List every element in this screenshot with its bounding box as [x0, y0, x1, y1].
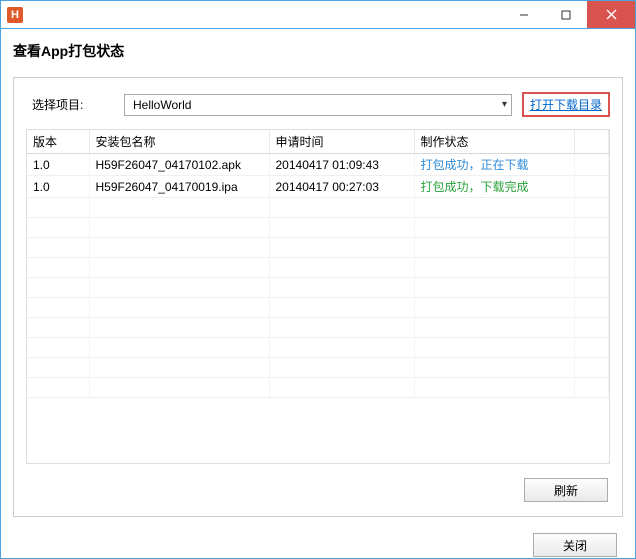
table-cell	[414, 218, 574, 238]
table-cell: 20140417 01:09:43	[269, 154, 414, 176]
table-cell: 1.0	[27, 176, 89, 198]
refresh-button[interactable]: 刷新	[524, 478, 608, 502]
table-row	[27, 218, 609, 238]
table-cell	[414, 198, 574, 218]
table-cell	[414, 358, 574, 378]
table-cell	[574, 358, 609, 378]
table-cell	[269, 358, 414, 378]
maximize-button[interactable]	[545, 1, 587, 28]
table-cell	[269, 278, 414, 298]
table-cell: 打包成功，正在下载	[414, 154, 574, 176]
app-icon: H	[7, 7, 23, 23]
table-cell	[414, 258, 574, 278]
table-cell	[269, 238, 414, 258]
table-cell	[269, 258, 414, 278]
table-row	[27, 198, 609, 218]
table-cell	[574, 238, 609, 258]
table-row	[27, 378, 609, 398]
table-row	[27, 338, 609, 358]
col-extra[interactable]	[574, 130, 609, 154]
table-cell	[89, 258, 269, 278]
table-cell	[27, 358, 89, 378]
col-package-name[interactable]: 安装包名称	[89, 130, 269, 154]
page-title: 查看App打包状态	[1, 29, 635, 77]
package-table: 版本 安装包名称 申请时间 制作状态 1.0H59F26047_04170102…	[27, 130, 609, 398]
table-cell	[27, 198, 89, 218]
table-cell	[574, 298, 609, 318]
table-cell	[27, 338, 89, 358]
col-apply-time[interactable]: 申请时间	[269, 130, 414, 154]
project-select-value: HelloWorld	[133, 98, 191, 112]
table-cell	[574, 176, 609, 198]
table-cell	[89, 298, 269, 318]
table-cell	[574, 218, 609, 238]
window-controls	[503, 1, 635, 28]
table-cell	[269, 298, 414, 318]
table-cell: H59F26047_04170019.ipa	[89, 176, 269, 198]
table-cell: 1.0	[27, 154, 89, 176]
titlebar-left: H	[1, 7, 23, 23]
close-button[interactable]: 关闭	[533, 533, 617, 557]
table-container: 版本 安装包名称 申请时间 制作状态 1.0H59F26047_04170102…	[26, 129, 610, 464]
table-row[interactable]: 1.0H59F26047_04170019.ipa20140417 00:27:…	[27, 176, 609, 198]
table-cell	[269, 338, 414, 358]
table-cell	[414, 378, 574, 398]
project-select[interactable]: HelloWorld ▾	[124, 94, 512, 116]
table-row	[27, 298, 609, 318]
table-cell	[574, 318, 609, 338]
table-cell	[89, 218, 269, 238]
col-status[interactable]: 制作状态	[414, 130, 574, 154]
table-cell	[414, 238, 574, 258]
minimize-button[interactable]	[503, 1, 545, 28]
table-cell	[574, 258, 609, 278]
project-row: 选择项目: HelloWorld ▾ 打开下载目录	[14, 78, 622, 129]
table-row	[27, 318, 609, 338]
table-cell	[414, 278, 574, 298]
table-cell	[574, 278, 609, 298]
table-cell: 20140417 00:27:03	[269, 176, 414, 198]
table-cell	[269, 378, 414, 398]
table-cell	[574, 378, 609, 398]
table-cell	[574, 338, 609, 358]
open-download-dir-link[interactable]: 打开下载目录	[530, 98, 602, 112]
bottom-row: 关闭	[1, 517, 635, 557]
table-cell	[269, 318, 414, 338]
open-download-dir-highlight: 打开下载目录	[522, 92, 610, 117]
table-cell	[574, 154, 609, 176]
table-row	[27, 238, 609, 258]
table-row	[27, 358, 609, 378]
refresh-row: 刷新	[14, 470, 622, 516]
table-cell	[89, 318, 269, 338]
table-cell	[27, 278, 89, 298]
table-row	[27, 278, 609, 298]
table-cell	[27, 318, 89, 338]
titlebar: H	[1, 1, 635, 29]
close-window-button[interactable]	[587, 1, 635, 28]
table-cell: H59F26047_04170102.apk	[89, 154, 269, 176]
table-cell	[269, 198, 414, 218]
table-cell	[414, 318, 574, 338]
table-cell	[89, 358, 269, 378]
table-cell	[27, 378, 89, 398]
table-cell: 打包成功，下载完成	[414, 176, 574, 198]
table-cell	[89, 278, 269, 298]
table-cell	[27, 238, 89, 258]
table-cell	[89, 338, 269, 358]
main-panel: 选择项目: HelloWorld ▾ 打开下载目录 版本 安装包名称 申请时间 …	[13, 77, 623, 517]
table-cell	[414, 338, 574, 358]
table-row[interactable]: 1.0H59F26047_04170102.apk20140417 01:09:…	[27, 154, 609, 176]
table-cell	[269, 218, 414, 238]
table-row	[27, 258, 609, 278]
table-cell	[89, 238, 269, 258]
table-cell	[27, 298, 89, 318]
col-version[interactable]: 版本	[27, 130, 89, 154]
project-label: 选择项目:	[26, 96, 114, 113]
table-cell	[89, 198, 269, 218]
table-cell	[574, 198, 609, 218]
table-cell	[89, 378, 269, 398]
table-cell	[27, 218, 89, 238]
table-cell	[414, 298, 574, 318]
chevron-down-icon: ▾	[502, 99, 507, 110]
table-cell	[27, 258, 89, 278]
